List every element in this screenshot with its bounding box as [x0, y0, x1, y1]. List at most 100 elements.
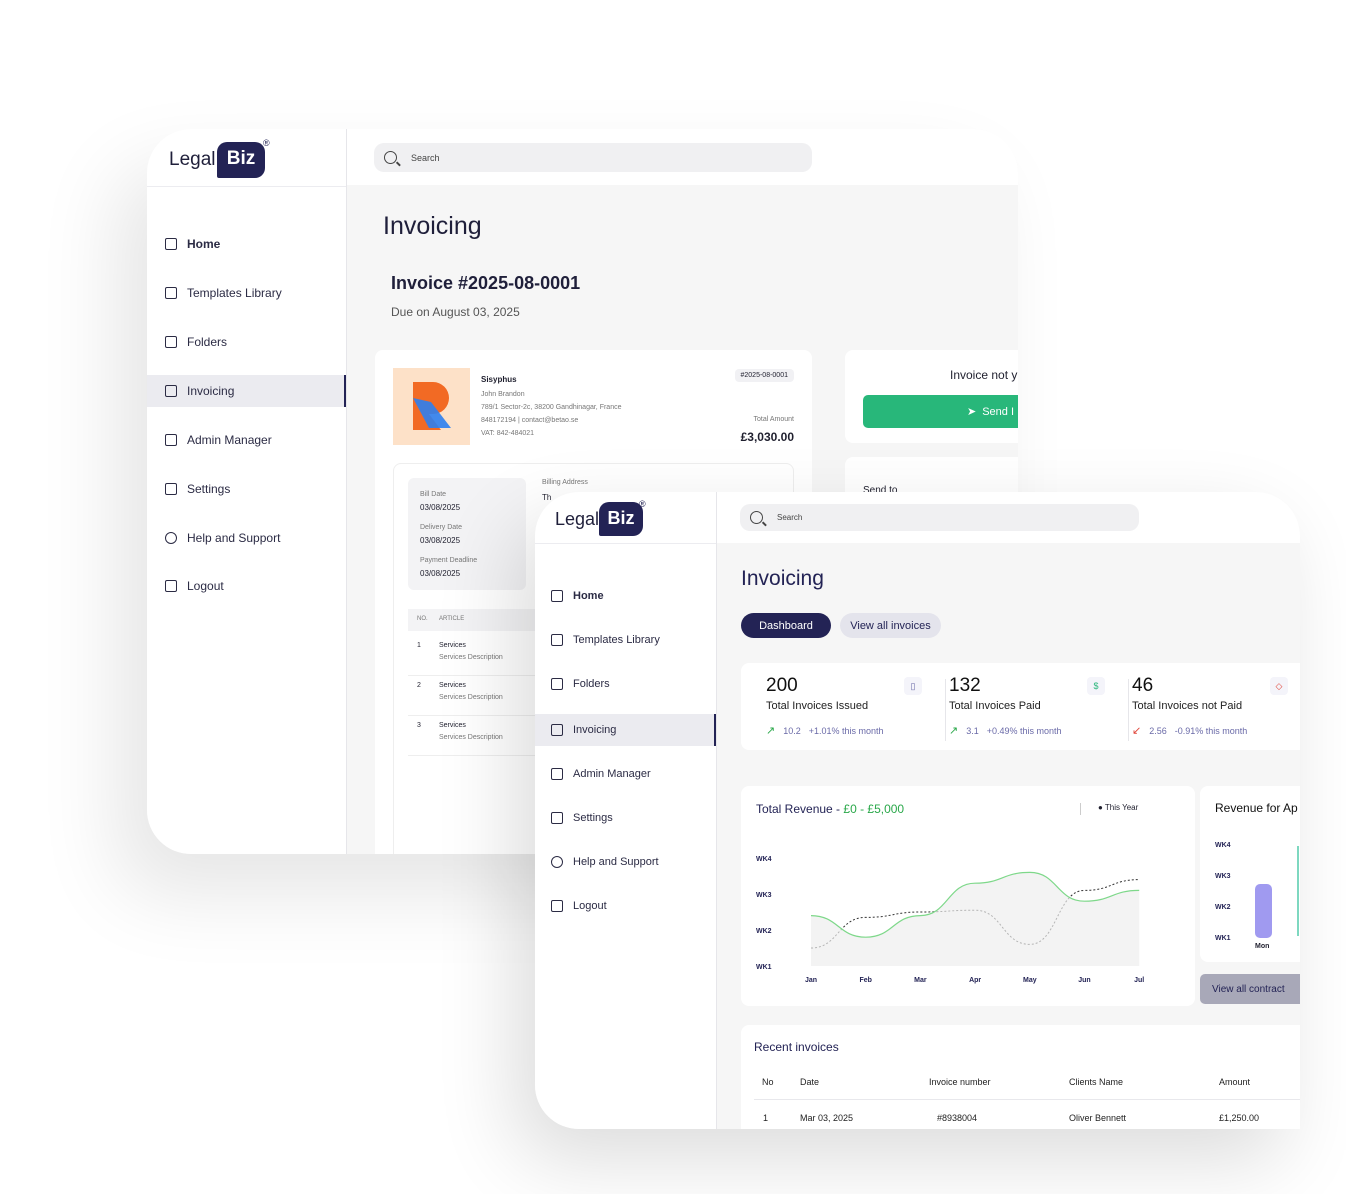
- sidebar-item-logout[interactable]: Logout: [147, 573, 346, 599]
- cell-date: Mar 03, 2025: [800, 1113, 854, 1123]
- cell-amount: £1,250.00: [1219, 1113, 1260, 1123]
- arrow-down-icon: ↙: [1132, 725, 1142, 737]
- deadline-label: Payment Deadline: [420, 557, 478, 564]
- y-label: WK4: [1215, 842, 1231, 849]
- recent-title: Recent invoices: [754, 1040, 839, 1054]
- row-no: 1: [417, 642, 421, 649]
- legend-dot: ●: [1098, 803, 1105, 812]
- dashboard-window: Legal Biz ® Home Templates Library Folders…: [535, 492, 1300, 1129]
- legend-divider: [1080, 803, 1081, 815]
- tab-dashboard[interactable]: Dashboard: [741, 613, 831, 638]
- due-date: Due on August 03, 2025: [391, 305, 520, 319]
- sidebar-item-label: Folders: [187, 335, 228, 349]
- search-placeholder: Search: [777, 513, 803, 522]
- sidebar-item-logout[interactable]: Logout: [535, 893, 716, 919]
- table-divider: [754, 1099, 1300, 1100]
- sidebar-item-folders[interactable]: Folders: [535, 671, 716, 697]
- y-label: WK2: [1215, 904, 1231, 911]
- cell-invoice-number: #8938004: [937, 1113, 978, 1123]
- settings-icon: [165, 483, 177, 495]
- total-amount: £3,030.00: [740, 430, 794, 444]
- revenue-april-title: Revenue for Ap: [1215, 801, 1298, 815]
- recent-invoices-card: Recent invoices No Date Invoice number Clie…: [741, 1025, 1300, 1129]
- sidebar-item-label: Help and Support: [187, 531, 281, 545]
- document-icon: ▯: [904, 677, 922, 695]
- series-area: [811, 872, 1140, 966]
- company-address: 789/1 Sector-2c, 38200 Gandhinagar, Fran…: [481, 404, 622, 411]
- search-input[interactable]: Search: [374, 143, 812, 172]
- help-and-support-icon: [551, 856, 563, 868]
- col-header-invoice-number: Invoice number: [929, 1077, 991, 1087]
- sidebar-item-admin-manager[interactable]: Admin Manager: [535, 761, 716, 787]
- sidebar-item-home[interactable]: Home: [147, 231, 346, 257]
- sidebar-item-help-and-support[interactable]: Help and Support: [147, 525, 346, 551]
- stat-divider: [1128, 679, 1129, 741]
- sidebar-item-settings[interactable]: Settings: [147, 476, 346, 502]
- stat-delta: 10.2: [783, 726, 801, 736]
- search-placeholder: Search: [411, 152, 440, 163]
- row-desc: Services Description: [439, 734, 503, 741]
- legend: ● This Year: [1098, 803, 1138, 812]
- x-tick-label: Jun: [1078, 977, 1090, 984]
- sidebar-item-admin-manager[interactable]: Admin Manager: [147, 427, 346, 453]
- col-header-no: No: [762, 1077, 774, 1087]
- sidebar-item-invoicing[interactable]: Invoicing: [147, 375, 346, 407]
- row-no: 2: [417, 682, 421, 689]
- sidebar-item-invoicing[interactable]: Invoicing: [535, 714, 716, 746]
- row-title: Services: [439, 642, 466, 649]
- send-label: Send I: [982, 405, 1015, 418]
- total-label: Total Amount: [753, 416, 794, 423]
- revenue-title-text: Total Revenue -: [756, 802, 844, 816]
- x-tick-label: Jan: [805, 977, 817, 984]
- folders-icon: [165, 336, 177, 348]
- sidebar-item-label: Folders: [573, 678, 610, 690]
- sidebar-item-label: Admin Manager: [187, 433, 272, 447]
- stats-card: 200 Total Invoices Issued ↗ 10.2 +1.01% this…: [741, 663, 1300, 750]
- stat-total-invoices-issued: 200 Total Invoices Issued ↗ 10.2 +1.01% this…: [766, 675, 946, 741]
- sidebar-item-help-and-support[interactable]: Help and Support: [535, 849, 716, 875]
- help-and-support-icon: [165, 532, 177, 544]
- y-tick-label: WK4: [756, 856, 772, 863]
- logo-reg: ®: [639, 499, 646, 509]
- stat-pct: -0.91% this month: [1174, 726, 1248, 736]
- tab-view-all-invoices[interactable]: View all invoices: [840, 613, 941, 638]
- sidebar-item-label: Help and Support: [573, 856, 659, 868]
- company-name: Sisyphus: [481, 375, 517, 384]
- sidebar-item-templates-library[interactable]: Templates Library: [147, 280, 346, 306]
- sidebar-item-label: Home: [573, 590, 604, 602]
- send-button[interactable]: ➤ Send I: [863, 395, 1018, 428]
- home-icon: [551, 590, 563, 602]
- page-title: Invoicing: [741, 567, 824, 590]
- table-row[interactable]: 1 Mar 03, 2025 #8938004 Oliver Bennett £1,25…: [741, 1113, 1300, 1129]
- folders-icon: [551, 678, 563, 690]
- stat-delta: 2.56: [1149, 726, 1167, 736]
- cell-clients-name: Oliver Bennett: [1069, 1113, 1127, 1123]
- sidebar-item-label: Invoicing: [187, 384, 235, 398]
- sidebar-item-home[interactable]: Home: [535, 583, 716, 609]
- billing-label: Billing Address: [542, 479, 588, 486]
- sidebar-item-label: Settings: [573, 812, 613, 824]
- revenue-title: Total Revenue - £0 - £5,000: [756, 802, 904, 816]
- contact-name: John Brandon: [481, 391, 525, 398]
- sidebar-item-label: Templates Library: [187, 286, 282, 300]
- view-all-contracts-button[interactable]: View all contract: [1200, 974, 1300, 1004]
- admin-manager-icon: [551, 768, 563, 780]
- delivery-label: Delivery Date: [420, 524, 463, 531]
- row-title: Services: [439, 722, 466, 729]
- sidebar-item-settings[interactable]: Settings: [535, 805, 716, 831]
- topbar: Search: [717, 492, 1300, 543]
- search-input[interactable]: Search: [740, 504, 1139, 531]
- arrow-up-icon: ↗: [766, 725, 776, 737]
- sidebar-item-folders[interactable]: Folders: [147, 329, 346, 355]
- row-desc: Services Description: [439, 694, 503, 701]
- sidebar: Legal Biz ® Home Templates Library Folders…: [147, 129, 347, 854]
- company-logo: [393, 368, 470, 445]
- invoice-title: Invoice #2025-08-0001: [391, 273, 581, 293]
- sidebar-item-templates-library[interactable]: Templates Library: [535, 627, 716, 653]
- sidebar-item-label: Settings: [187, 482, 231, 496]
- invoice-tag: #2025-08-0001: [734, 369, 794, 382]
- revenue-chart: WK1 WK2 WK3 WK4 Jan Feb Mar Apr May Jun Jul: [756, 856, 1144, 984]
- x-tick-label: Feb: [859, 977, 871, 984]
- bill-date: 03/08/2025: [420, 503, 461, 512]
- cell-no: 1: [763, 1113, 769, 1123]
